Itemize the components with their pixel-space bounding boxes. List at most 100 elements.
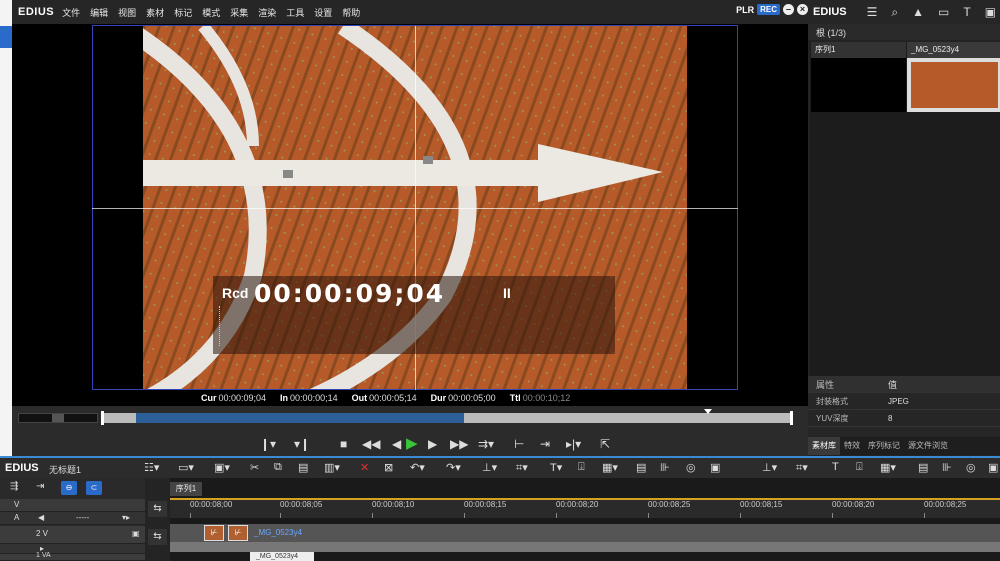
mixer2-icon[interactable]: ▦▾ <box>880 461 896 474</box>
menu-capture[interactable]: 采集 <box>230 6 248 19</box>
end-marker[interactable] <box>790 411 793 425</box>
bin-more-icon[interactable]: ▣ <box>985 5 996 19</box>
play-icon[interactable]: ▶ <box>406 436 418 452</box>
menu-clip[interactable]: 素材 <box>146 6 164 19</box>
sequence-settings-icon[interactable]: ☷▾ <box>144 461 159 474</box>
save-icon[interactable]: ▣▾ <box>214 461 230 474</box>
tab-source-browser[interactable]: 源文件浏览 <box>904 437 952 455</box>
paste-mode-icon[interactable]: ▥▾ <box>324 461 340 474</box>
ripple-delete-icon[interactable]: ⊠ <box>384 461 393 474</box>
mixer-icon[interactable]: ⊪ <box>660 461 670 474</box>
render-all-icon[interactable]: ▣ <box>710 461 720 474</box>
swap-icon[interactable]: ⇆ <box>148 529 167 545</box>
out-value: 00:00:05;14 <box>369 393 417 403</box>
marker2-icon[interactable]: ⊥▾ <box>762 461 777 474</box>
render-icon[interactable]: ◎ <box>686 461 696 474</box>
rec-mode-button[interactable]: REC <box>757 4 780 15</box>
overwrite-icon[interactable]: ⇥ <box>540 436 550 452</box>
menu-render[interactable]: 渲染 <box>258 6 276 19</box>
menu-mode[interactable]: 模式 <box>202 6 220 19</box>
open-project-icon[interactable]: ▭▾ <box>178 461 194 474</box>
export-icon[interactable]: ⇱ <box>600 436 610 452</box>
paste-icon[interactable]: ▤ <box>298 461 308 474</box>
step-forward-icon[interactable]: ▶ <box>428 436 437 452</box>
track-row-2v[interactable]: 2 V ▣ <box>0 526 145 544</box>
title2-icon[interactable]: T <box>832 461 839 473</box>
tab-effects[interactable]: 特效 <box>840 437 864 455</box>
trim2-icon[interactable]: ⌗▾ <box>796 461 808 475</box>
fast-forward-icon[interactable]: ▶▶ <box>450 436 468 452</box>
menu-tools[interactable]: 工具 <box>286 6 304 19</box>
track-lane-1va[interactable] <box>170 542 1000 552</box>
menu-help[interactable]: 帮助 <box>342 6 360 19</box>
start-marker[interactable] <box>101 411 104 425</box>
add-marker-icon[interactable]: ⊥▾ <box>482 461 497 474</box>
menu-file[interactable]: 文件 <box>62 6 80 19</box>
bin-menu-icon[interactable]: ☰ <box>867 5 878 19</box>
copy-icon[interactable]: ⧉ <box>274 461 282 474</box>
open-folder-icon[interactable]: ▭ <box>938 5 949 19</box>
clip-block[interactable]: ⊬ <box>204 525 224 541</box>
stop-icon[interactable]: ■ <box>340 436 347 452</box>
track-prev-icon[interactable]: ◀ <box>38 513 44 522</box>
menu-edit[interactable]: 编辑 <box>90 6 108 19</box>
set-in-icon[interactable]: ❙▾ <box>260 436 276 452</box>
track-sync-icon[interactable]: ⇥ <box>36 481 44 492</box>
sync-icon[interactable]: ▤ <box>636 461 646 474</box>
playhead-icon[interactable] <box>704 409 712 414</box>
render-all2-icon[interactable]: ▣ <box>988 461 998 474</box>
set-out-icon[interactable]: ▾❙ <box>294 436 310 452</box>
mixer3-icon[interactable]: ⊪ <box>942 461 952 474</box>
ruler-label: 00:00:08;20 <box>556 500 599 509</box>
time-ruler[interactable]: 00:00:08;00 00:00:08;05 00:00:08;10 00:0… <box>170 498 1000 518</box>
sync2-icon[interactable]: ▤ <box>918 461 928 474</box>
clip-block[interactable]: ⊬ <box>228 525 248 541</box>
snap-button[interactable]: ⊂ <box>86 481 102 495</box>
loop-play-icon[interactable]: ⇉▾ <box>478 436 494 452</box>
track-toggle-icon[interactable]: ▣ <box>132 529 140 538</box>
linked-clip-button[interactable]: ⊖ <box>61 481 77 495</box>
delete-icon[interactable]: ✕ <box>360 461 369 474</box>
tab-bin[interactable]: 素材库 <box>808 437 840 455</box>
track-expand[interactable]: ▸ <box>0 544 145 554</box>
bin-root-label[interactable]: 根 (1/3) <box>808 24 1000 40</box>
plr-mode-button[interactable]: PLR <box>736 5 754 15</box>
undo-icon[interactable]: ↶▾ <box>410 461 425 474</box>
timeline-area[interactable]: 序列1 00:00:08;00 00:00:08;05 00:00:08;10 … <box>170 478 1000 561</box>
track-row-v[interactable]: V <box>0 499 145 512</box>
close-icon[interactable]: × <box>797 4 808 15</box>
menu-view[interactable]: 视图 <box>118 6 136 19</box>
audio-mixer-icon[interactable]: ▦▾ <box>602 461 618 474</box>
search-icon[interactable]: ⌕ <box>891 5 898 20</box>
menu-marker[interactable]: 标记 <box>174 6 192 19</box>
track-row-a[interactable]: A ◀ ----- ▾▸ <box>0 512 145 525</box>
sequence-tab[interactable]: 序列1 <box>170 482 202 496</box>
cut-icon[interactable]: ✂ <box>250 461 259 474</box>
insert-icon[interactable]: ⊢ <box>514 436 524 452</box>
rewind-icon[interactable]: ◀◀ <box>362 436 380 452</box>
create-title-icon[interactable]: T▾ <box>550 461 562 474</box>
trim-icon[interactable]: ⌗▾ <box>516 461 528 475</box>
track-mode-icon[interactable]: ⇶ <box>10 481 18 492</box>
track-lane-2v[interactable]: ⊬ ⊬ _MG_0523y4 <box>170 524 1000 542</box>
minimize-icon[interactable]: – <box>783 4 794 15</box>
voice2-icon[interactable]: ⍗ <box>856 461 863 474</box>
track-row-1va[interactable]: 1 VA <box>0 552 145 561</box>
step-back-icon[interactable]: ◀ <box>392 436 401 452</box>
bin-clip-still[interactable]: _MG_0523y4 <box>907 42 1000 112</box>
menu-settings[interactable]: 设置 <box>314 6 332 19</box>
add-title-icon[interactable]: T <box>963 5 970 19</box>
voice-over-icon[interactable]: ⍗ <box>578 461 585 474</box>
tab-seq-markers[interactable]: 序列标记 <box>864 437 904 455</box>
transport-controls: ❙▾ ▾❙ ■ ◀◀ ◀ ▶ ▶ ▶▶ ⇉▾ ⊢ ⇥ ▸|▾ ⇱ <box>12 432 808 456</box>
track-header-panel: ⇶ ⇥ ⊖ ⊂ V A ◀ ----- ▾▸ 2 V ▣ ▸ 1 VA <box>0 478 145 561</box>
goto-icon[interactable]: ▸|▾ <box>566 436 581 452</box>
redo-icon[interactable]: ↷▾ <box>446 461 461 474</box>
up-folder-icon[interactable]: ▲ <box>912 5 924 19</box>
shuttle-knob[interactable] <box>52 414 64 422</box>
swap-icon[interactable]: ⇆ <box>148 501 167 517</box>
track-dropdown-icon[interactable]: ▾▸ <box>122 513 130 522</box>
shuttle-slider[interactable] <box>18 413 98 423</box>
bin-clip-sequence[interactable]: 序列1 <box>811 42 906 112</box>
render2-icon[interactable]: ◎ <box>966 461 976 474</box>
